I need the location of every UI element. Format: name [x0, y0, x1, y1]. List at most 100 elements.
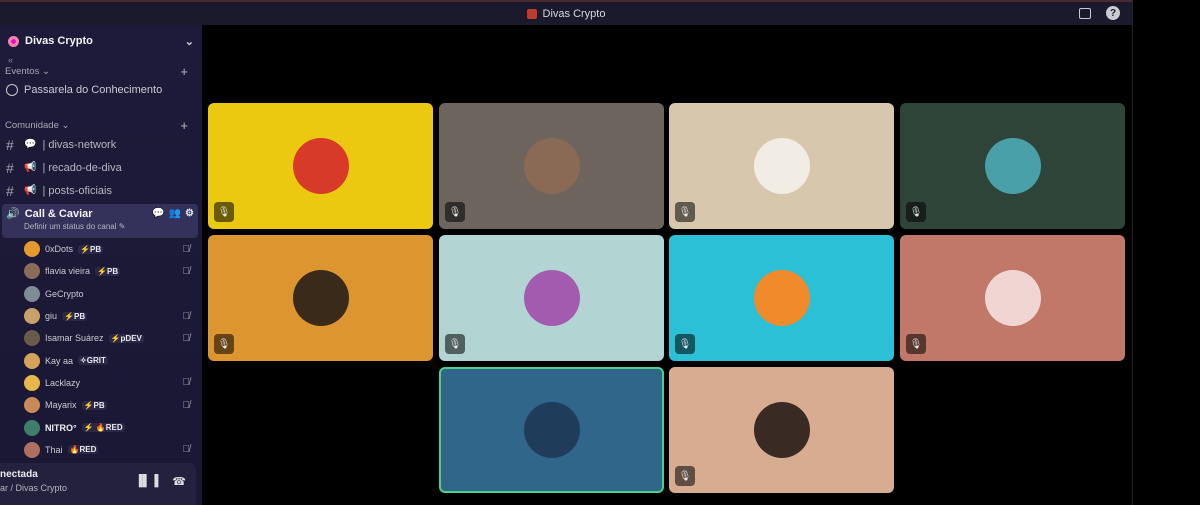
add-event-icon[interactable]: +	[180, 64, 188, 79]
hash-icon: #	[6, 182, 14, 199]
participant-tile[interactable]: 🎙	[208, 103, 433, 229]
avatar	[523, 402, 580, 458]
server-avatar	[8, 35, 19, 47]
voice-member[interactable]: NITRO°⚡ 🔥RED🎙̸	[0, 416, 202, 438]
member-name: Isamar Suárez	[45, 333, 104, 344]
participant-tile[interactable]: 🎙	[900, 235, 1125, 361]
voice-connection-panel: nectada ar / Divas Crypto ▐▌▐ ☎	[0, 463, 196, 505]
category-eventos[interactable]: Eventos ⌄ +	[0, 63, 202, 79]
mic-off-icon: 🎙̸	[182, 265, 191, 277]
voice-stage: 🎙 🎙 🎙 🎙 🎙 🎙 🎙 🎙 🎙	[202, 25, 1132, 505]
member-tag: ⚡PB	[78, 244, 104, 254]
voice-member[interactable]: Kay aa✧GRIT🎙̸	[0, 349, 202, 371]
chat-icon[interactable]: 💬	[152, 208, 164, 219]
chevron-down-icon[interactable]: ⌄	[185, 35, 194, 48]
voice-member[interactable]: Lacklazy 🎙̸	[0, 372, 202, 394]
channel-sidebar: Divas Crypto ⌄ « Eventos ⌄ + Passarela d…	[0, 25, 202, 505]
avatar	[523, 138, 580, 194]
participant-tile[interactable]: 🎙	[669, 367, 894, 493]
channel-item[interactable]: # 📢 | recado-de-diva	[0, 156, 202, 179]
mic-off-icon: 🎙̸	[182, 399, 191, 411]
avatar	[24, 285, 40, 302]
voice-member[interactable]: Isamar Suárez ⚡pDEV 🎙̸	[0, 327, 202, 349]
hash-icon: #	[6, 136, 14, 153]
channel-name: | divas-network	[42, 138, 117, 151]
right-edge	[1132, 0, 1200, 505]
mic-off-icon: 🎙	[445, 202, 465, 222]
channel-name: | recado-de-diva	[42, 161, 122, 174]
mic-off-icon: 🎙̸	[182, 310, 191, 322]
channel-status-input[interactable]: Definir um status do canal ✎	[6, 222, 194, 231]
discord-app: Divas Crypto ? Divas Crypto ⌄ « Eventos …	[0, 0, 1200, 505]
participant-tile[interactable]: 🎙	[439, 103, 664, 229]
voice-member[interactable]: GeCrypto🎙̸	[0, 283, 202, 305]
avatar	[24, 330, 40, 347]
mic-off-icon: 🎙	[675, 466, 695, 486]
hash-icon: #	[6, 159, 14, 176]
server-icon	[526, 8, 537, 19]
member-name: GeCrypto	[45, 288, 84, 299]
participant-tile[interactable]: 🎙	[669, 235, 894, 361]
category-comunidade[interactable]: Comunidade ⌄ +	[0, 117, 202, 133]
voice-member[interactable]: giu ⚡PB 🎙̸	[0, 305, 202, 327]
avatar	[984, 270, 1041, 326]
add-member-icon[interactable]: 👥	[169, 208, 181, 219]
avatar	[984, 138, 1041, 194]
avatar	[24, 397, 40, 414]
voice-member[interactable]: Mayarix ⚡PB 🎙̸	[0, 394, 202, 416]
channel-item[interactable]: # 💬 | divas-network	[0, 133, 202, 156]
channel-emoji: 💬	[24, 139, 37, 150]
server-header[interactable]: Divas Crypto ⌄	[0, 25, 202, 57]
event-passarela[interactable]: Passarela do Conhecimento	[0, 79, 202, 101]
inbox-icon[interactable]	[1078, 6, 1092, 20]
noise-suppression-icon[interactable]: ▐▌▐	[135, 475, 158, 488]
avatar	[24, 441, 40, 458]
participant-tile[interactable]: 🎙	[208, 235, 433, 361]
member-name: giu	[45, 311, 58, 322]
avatar	[24, 263, 40, 280]
avatar	[24, 352, 40, 369]
avatar	[24, 419, 40, 436]
member-tag: ⚡PB	[62, 311, 88, 321]
avatar	[292, 138, 349, 194]
window-title: Divas Crypto	[526, 7, 606, 20]
participant-tile[interactable]	[439, 367, 664, 493]
mic-off-icon: 🎙	[214, 202, 234, 222]
member-tag: 🔥RED	[67, 445, 99, 455]
member-name: NITRO°	[45, 422, 77, 433]
speaker-icon: 🔊	[6, 208, 20, 220]
participant-tile[interactable]: 🎙	[669, 103, 894, 229]
mic-off-icon: 🎙	[445, 334, 465, 354]
member-tag: ⚡PB	[81, 400, 107, 410]
add-channel-icon[interactable]: +	[180, 118, 188, 133]
scroll-indicator-icon: «	[8, 55, 14, 65]
server-name: Divas Crypto	[25, 35, 93, 47]
voice-channel-call-caviar[interactable]: 🔊 Call & Caviar 💬 👥 ⚙ Definir um status …	[2, 204, 198, 238]
participant-tile[interactable]: 🎙	[439, 235, 664, 361]
member-name: flavia vieira	[45, 266, 91, 277]
avatar	[24, 374, 40, 391]
mic-off-icon: 🎙̸	[182, 332, 191, 344]
voice-member[interactable]: 0xDots ⚡PB 🎙̸	[0, 238, 202, 260]
disconnect-icon[interactable]: ☎	[172, 475, 186, 488]
member-name: Kay aa	[45, 355, 74, 366]
avatar	[24, 308, 40, 325]
mic-off-icon: 🎙	[675, 202, 695, 222]
gear-icon[interactable]: ⚙	[185, 208, 194, 219]
member-tag: ⚡PB	[95, 266, 121, 276]
help-icon[interactable]: ?	[1106, 6, 1120, 20]
window-title-text: Divas Crypto	[542, 7, 606, 20]
participant-tile[interactable]: 🎙	[900, 103, 1125, 229]
member-name: 0xDots	[45, 244, 74, 255]
mic-off-icon: 🎙̸	[182, 444, 191, 456]
member-name: Thai	[45, 444, 63, 455]
voice-member[interactable]: Thai 🔥RED 🎙̸	[0, 439, 202, 461]
voice-member[interactable]: flavia vieira ⚡PB 🎙̸	[0, 260, 202, 282]
avatar	[753, 402, 810, 458]
member-name: Mayarix	[45, 400, 77, 411]
member-tag: ⚡ 🔥RED	[81, 423, 125, 433]
avatar	[523, 270, 580, 326]
channel-name: | posts-oficiais	[42, 184, 112, 197]
mic-off-icon: 🎙	[906, 334, 926, 354]
channel-item[interactable]: # 📢 | posts-oficiais	[0, 179, 202, 202]
